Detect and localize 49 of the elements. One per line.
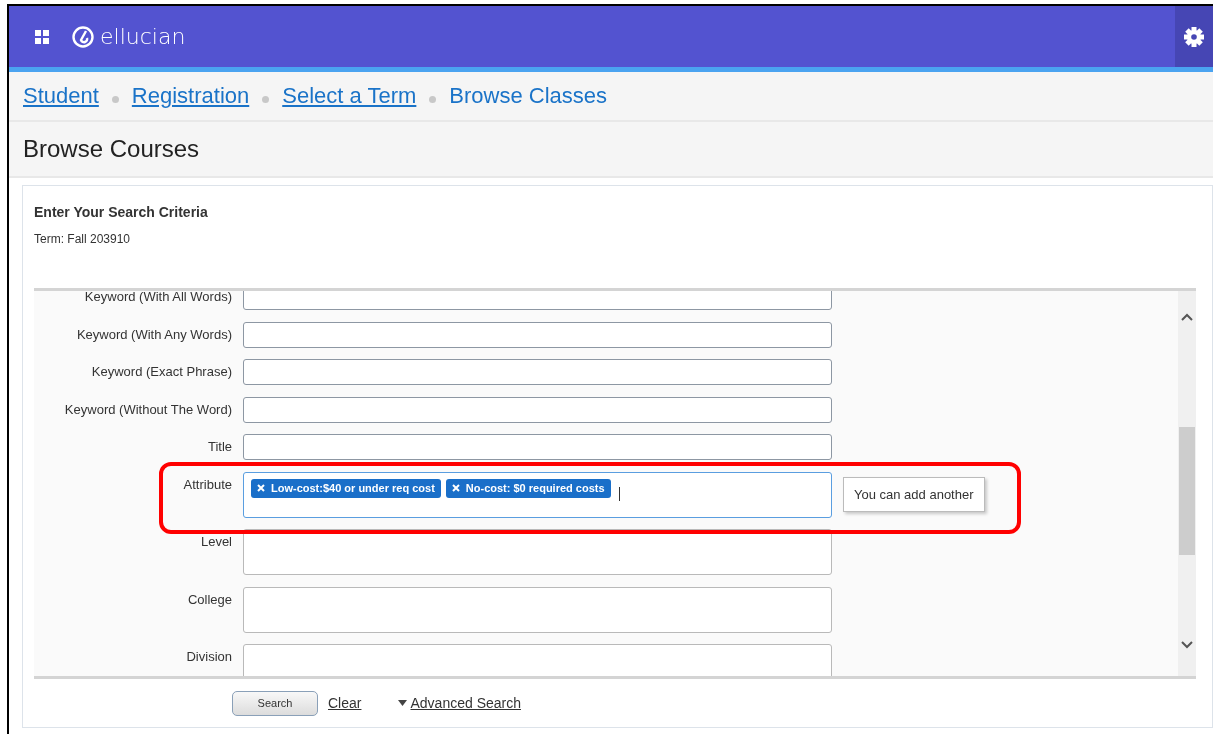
input-field[interactable] [243, 529, 832, 575]
caret-down-icon[interactable] [398, 700, 408, 707]
breadcrumb-link[interactable]: Student [23, 83, 99, 109]
scrollbar[interactable] [1178, 291, 1196, 677]
tooltip: You can add another [843, 476, 985, 512]
field-label: Keyword (Without The Word) [63, 400, 232, 419]
scrollbar-thumb[interactable] [1179, 427, 1195, 555]
tag-chip[interactable]: Low-cost:$40 or under req cost [251, 478, 441, 498]
brand-name: ellucian [100, 24, 186, 49]
search-button[interactable]: Search [232, 690, 318, 716]
section-heading: Enter Your Search Criteria [34, 204, 209, 220]
input-field[interactable] [243, 291, 832, 310]
input-field[interactable] [243, 359, 832, 385]
field-label: College [186, 590, 232, 609]
tag-label: Low-cost:$40 or under req cost [271, 481, 435, 494]
input-field[interactable] [243, 321, 832, 348]
remove-icon[interactable] [257, 483, 265, 492]
remove-icon[interactable] [451, 483, 460, 492]
term-label: Term: Fall 203910 [34, 232, 132, 246]
separator-dot [262, 95, 270, 103]
breadcrumb-link[interactable]: Select a Term [282, 83, 417, 109]
separator-dot [429, 95, 437, 103]
text-cursor [618, 486, 620, 501]
separator-dot [111, 95, 119, 103]
field-label: Level [199, 533, 232, 551]
input-field[interactable] [243, 434, 832, 460]
breadcrumb-link[interactable]: Browse Classes [449, 83, 608, 109]
breadcrumb-link[interactable]: Registration [131, 83, 250, 109]
chevron-up-icon[interactable] [1181, 313, 1193, 321]
input-field[interactable] [243, 644, 832, 677]
input-field[interactable] [243, 396, 832, 423]
settings-button[interactable] [1175, 6, 1213, 67]
tag-chip[interactable]: No-cost: $0 required costs [445, 478, 611, 498]
field-label: Title [206, 438, 232, 456]
field-label: Keyword (With Any Words) [75, 325, 232, 344]
advanced-search-link[interactable]: Advanced Search [410, 695, 521, 712]
app-grid-icon[interactable] [35, 29, 49, 44]
input-field[interactable] [243, 586, 832, 633]
tag-label: No-cost: $0 required costs [465, 481, 605, 494]
chevron-down-icon[interactable] [1181, 641, 1193, 649]
page-title: Browse Courses [23, 135, 200, 163]
tag-input-field[interactable]: Low-cost:$40 or under req cost No-cost: $0 required costs [243, 471, 832, 518]
field-label: Keyword (Exact Phrase) [90, 363, 232, 381]
field-label: Division [185, 648, 232, 666]
logo-icon [72, 25, 94, 48]
settings-icon [1183, 25, 1205, 48]
field-label: Attribute [182, 475, 232, 494]
clear-link[interactable]: Clear [328, 695, 362, 712]
field-label: Keyword (With All Words) [83, 291, 232, 306]
